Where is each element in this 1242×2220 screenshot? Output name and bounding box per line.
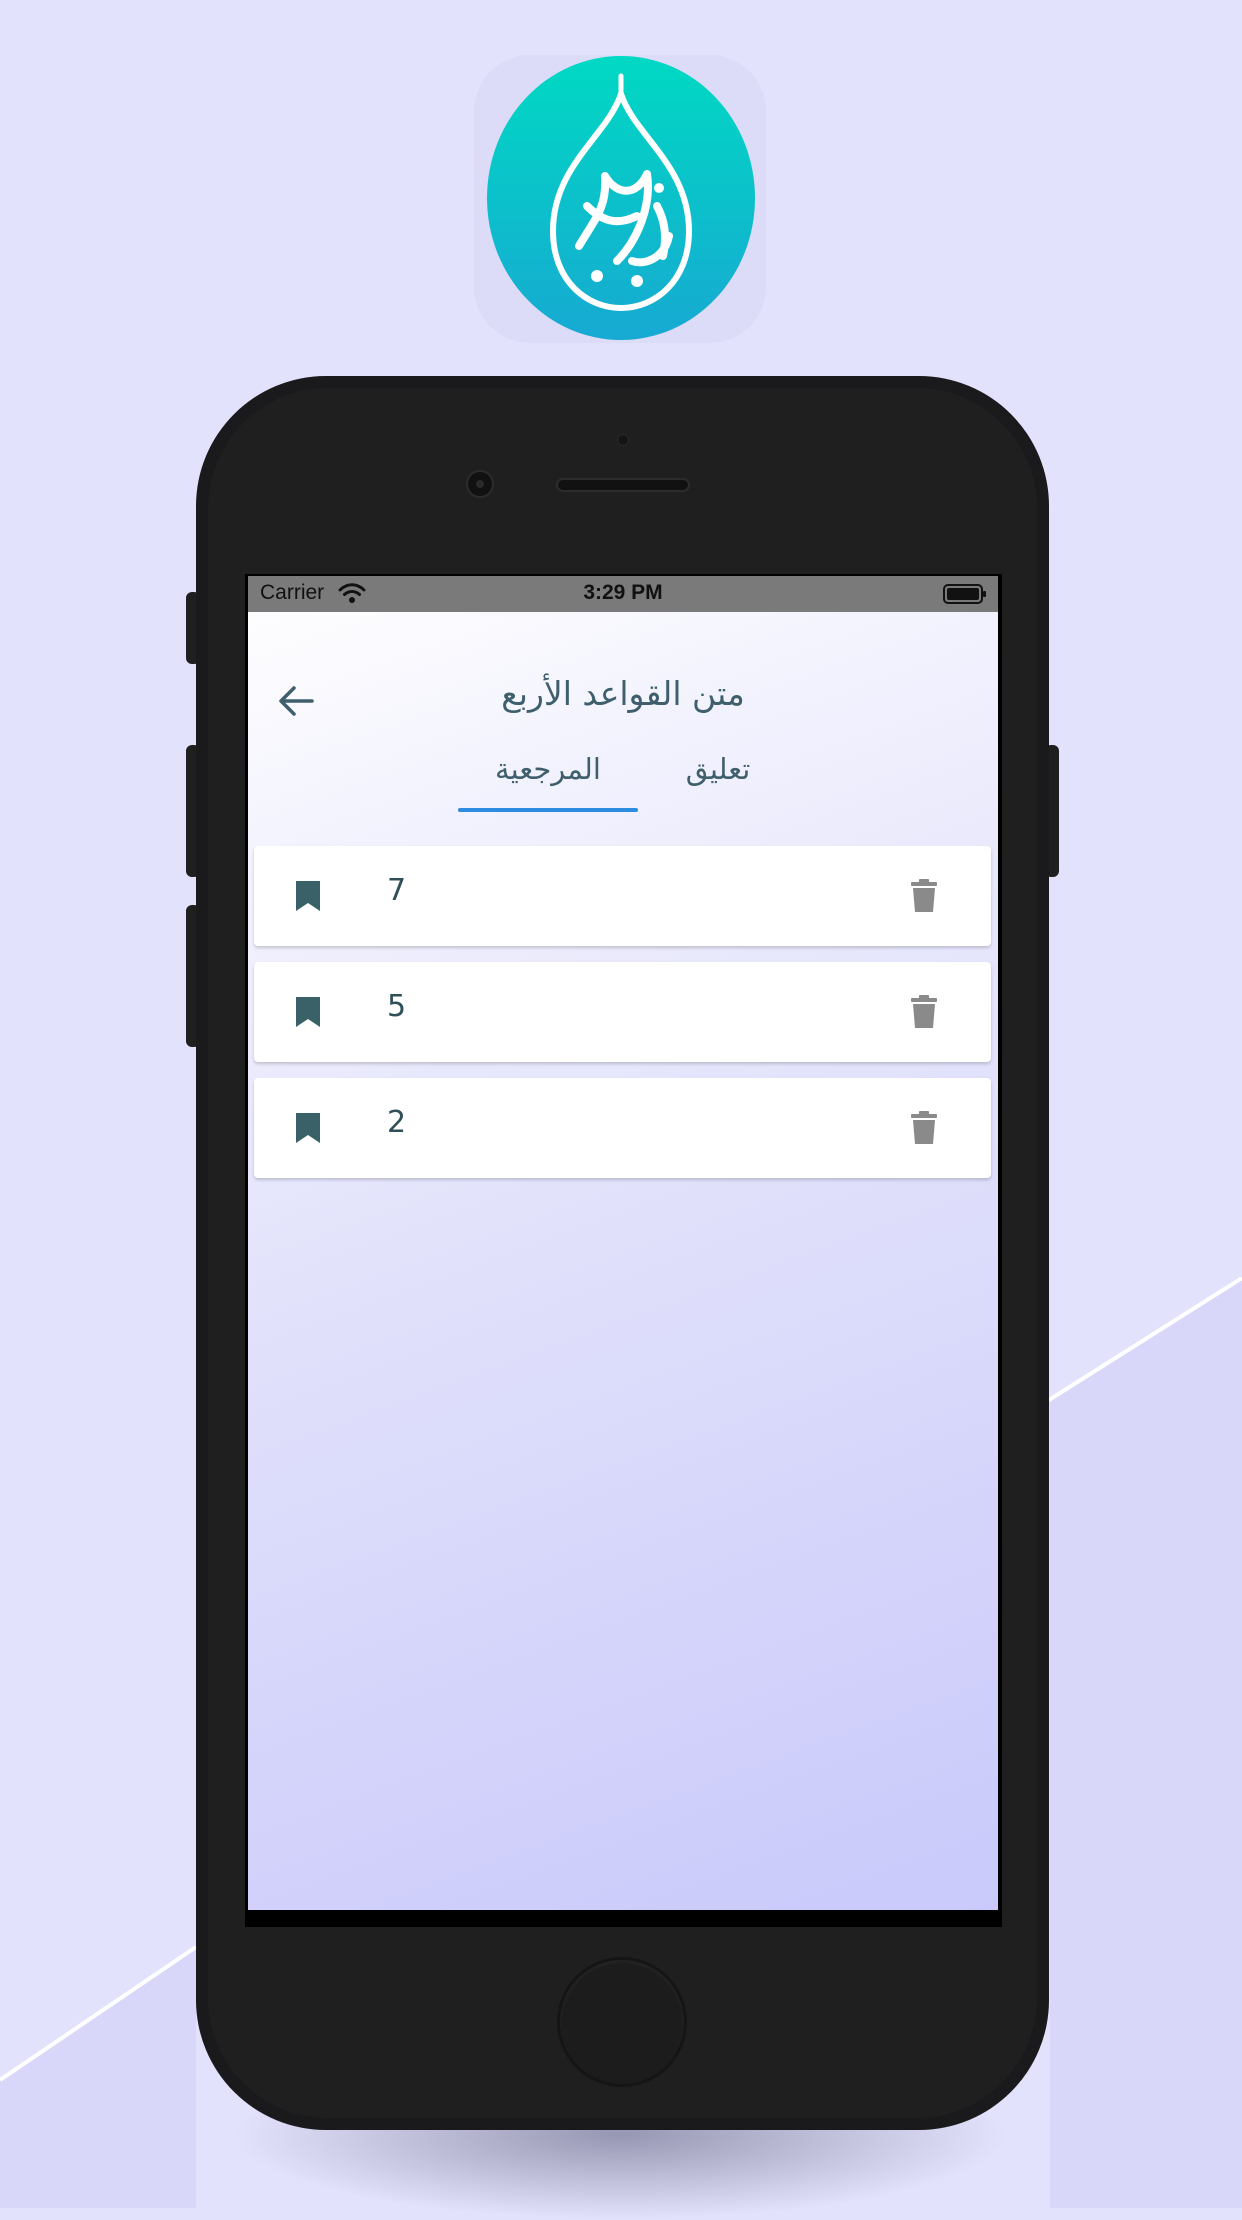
bookmark-icon	[296, 997, 320, 1027]
status-bar: Carrier 3:29 PM	[248, 576, 998, 612]
trash-icon	[911, 1111, 937, 1144]
trash-icon	[911, 879, 937, 912]
tab-bar: المرجعية تعليق	[248, 752, 998, 814]
tab-comments[interactable]: تعليق	[648, 752, 788, 812]
front-camera	[466, 470, 494, 498]
bookmark-number: 7	[387, 873, 407, 908]
tab-bookmarks[interactable]: المرجعية	[458, 752, 638, 812]
proximity-sensor	[617, 434, 629, 446]
status-time: 3:29 PM	[583, 581, 663, 604]
bookmark-icon	[296, 881, 320, 911]
bookmark-number: 2	[387, 1105, 407, 1140]
earpiece-speaker	[556, 478, 690, 492]
selected-tab-indicator	[458, 808, 638, 812]
bookmark-list-item[interactable]: 7	[254, 846, 991, 946]
bookmark-list-item[interactable]: 5	[254, 962, 991, 1062]
page-title: متن القواعد الأربع	[501, 674, 745, 713]
home-button[interactable]	[557, 1957, 687, 2087]
back-button[interactable]	[273, 678, 319, 724]
delete-bookmark-button[interactable]	[904, 992, 944, 1032]
app-logo-icon	[487, 56, 755, 340]
app-screen: Carrier 3:29 PM متن القواعد الأربع المرج…	[248, 576, 998, 1910]
arrow-left-icon	[279, 686, 314, 716]
bookmark-number: 5	[387, 989, 407, 1024]
delete-bookmark-button[interactable]	[904, 1108, 944, 1148]
bookmark-icon	[296, 1113, 320, 1143]
trash-icon	[911, 995, 937, 1028]
delete-bookmark-button[interactable]	[904, 876, 944, 916]
battery-icon	[943, 584, 986, 604]
bookmark-list-item[interactable]: 2	[254, 1078, 991, 1178]
